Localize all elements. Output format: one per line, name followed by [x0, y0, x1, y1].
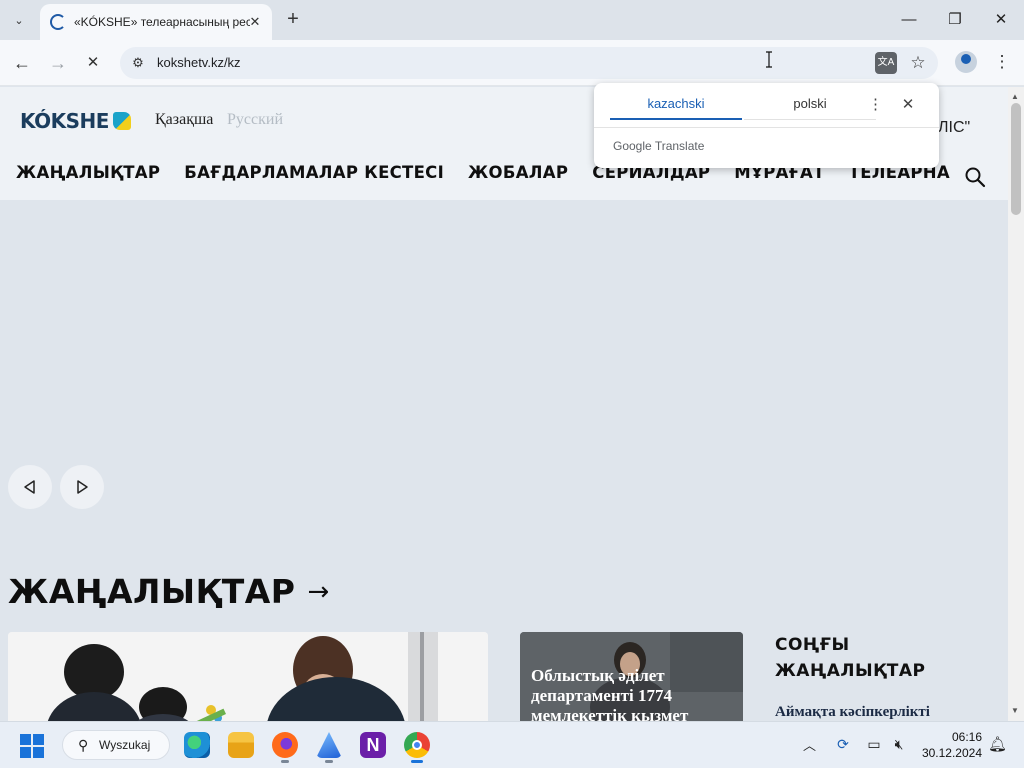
nav-item-projects[interactable]: ЖОБАЛАР	[468, 163, 568, 189]
news-card-title[interactable]: Облыстық әділет департаменті 1774 мемлек…	[531, 666, 736, 721]
chrome-icon[interactable]	[404, 732, 430, 758]
logo-text: KÓKSHE	[20, 109, 109, 133]
hero-slider	[0, 200, 1008, 540]
translate-popup: kazachski polski ⋮ ✕ Google Translate	[594, 83, 939, 168]
close-icon[interactable]: ✕	[900, 95, 916, 115]
latest-news-heading: СОҢҒЫ ЖАҢАЛЫҚТАР	[775, 635, 926, 681]
tab-title: «KÓKSHE» телеарнасының ресми сайты	[74, 15, 250, 29]
network-icon[interactable]: ▭	[865, 735, 883, 753]
tab-close-icon[interactable]: ✕	[246, 13, 264, 31]
restore-button[interactable]: ❐	[941, 8, 969, 32]
divider	[594, 127, 939, 128]
scroll-down-icon[interactable]: ▼	[1011, 706, 1019, 715]
url-text[interactable]: kokshetv.kz/kz	[157, 55, 241, 70]
file-explorer-icon[interactable]	[228, 732, 254, 758]
news-section-heading[interactable]: ЖАҢАЛЫҚТАР →	[8, 572, 330, 611]
edge-browser-icon[interactable]	[184, 732, 210, 758]
minimize-button[interactable]: —	[895, 8, 923, 32]
latest-news-item[interactable]: Аймақта кәсіпкерлікті	[775, 704, 930, 721]
translate-tab-kazakh[interactable]: kazachski	[610, 96, 742, 120]
clock-time[interactable]: 06:16	[938, 730, 982, 744]
google-translate-brand: Google Translate	[613, 139, 705, 153]
tab-search-button[interactable]: ⌄	[6, 8, 32, 32]
news-card[interactable]: Облыстық әділет департаменті 1774 мемлек…	[520, 632, 743, 721]
translate-tab-polish[interactable]: polski	[744, 96, 876, 120]
back-button[interactable]: ←	[10, 51, 34, 75]
news-card-image[interactable]	[8, 632, 488, 721]
header-right-text[interactable]: ЛІС"	[938, 119, 970, 137]
search-icon: ⚲	[78, 737, 89, 753]
browser-tab-bar: ⌄ «KÓKSHE» телеарнасының ресми сайты ✕ +…	[0, 0, 1024, 40]
page-scrollbar[interactable]: ▲ ▼	[1008, 87, 1024, 721]
stop-loading-button[interactable]: ✕	[81, 51, 105, 75]
language-russian-link[interactable]: Русский	[227, 111, 283, 129]
logo-mark-icon	[112, 112, 131, 130]
slider-prev-button[interactable]	[8, 465, 52, 509]
loading-spinner-icon	[50, 14, 66, 30]
new-tab-button[interactable]: +	[282, 8, 304, 30]
browser-tab[interactable]: «KÓKSHE» телеарнасының ресми сайты ✕	[40, 4, 272, 40]
taskbar-search-label: Wyszukaj	[99, 738, 151, 752]
clock-date[interactable]: 30.12.2024	[918, 746, 982, 760]
arrow-right-icon[interactable]: →	[307, 577, 329, 607]
more-options-icon[interactable]: ⋮	[868, 95, 883, 115]
site-info-icon[interactable]: ⚙	[130, 55, 146, 71]
notification-bell-icon[interactable]: 🔔︎	[988, 735, 1007, 753]
notion-like-app-icon[interactable]: N	[360, 732, 386, 758]
language-kazakh-link[interactable]: Қазақша	[155, 111, 213, 129]
browser-toolbar: ← → ✕ ⚙ kokshetv.kz/kz 文A ☆	[0, 40, 1024, 86]
site-logo[interactable]: KÓKSHE	[20, 109, 131, 133]
sync-icon[interactable]: ⟳	[834, 735, 852, 753]
news-heading-text: ЖАҢАЛЫҚТАР	[8, 572, 296, 611]
close-window-button[interactable]: ✕	[987, 8, 1015, 32]
firefox-icon[interactable]	[272, 732, 298, 758]
address-bar[interactable]: ⚙ kokshetv.kz/kz 文A ☆	[120, 47, 938, 79]
taskbar: ⚲ Wyszukaj N ︿ ⟳ ▭ 🔇︎ 06:16 30.12.2024 🔔…	[0, 721, 1024, 768]
running-indicator	[281, 760, 289, 763]
browser-menu-icon[interactable]: ⋮	[992, 51, 1012, 73]
translate-icon[interactable]: 文A	[875, 52, 897, 74]
scroll-up-icon[interactable]: ▲	[1011, 92, 1019, 101]
active-indicator	[411, 760, 423, 763]
windows-start-icon[interactable]	[20, 734, 44, 758]
profile-avatar-icon[interactable]	[955, 51, 977, 73]
running-indicator	[325, 760, 333, 763]
slider-next-button[interactable]	[60, 465, 104, 509]
scrollbar-thumb[interactable]	[1011, 103, 1021, 215]
news-photo-children	[8, 632, 488, 721]
nav-item-schedule[interactable]: БАҒДАРЛАМАЛАР КЕСТЕСІ	[184, 163, 444, 189]
forward-button[interactable]: →	[46, 51, 70, 75]
search-icon[interactable]	[964, 166, 986, 188]
taskbar-search[interactable]: ⚲ Wyszukaj	[62, 730, 170, 760]
web-page: KÓKSHE Қазақша Русский ЛІС" ЖАҢАЛЫҚТАР Б…	[0, 87, 1008, 721]
bookmark-star-icon[interactable]: ☆	[907, 52, 929, 74]
triangle-right-icon	[77, 480, 88, 494]
nav-item-news[interactable]: ЖАҢАЛЫҚТАР	[16, 163, 160, 189]
sailboat-app-icon[interactable]	[316, 732, 342, 758]
tray-expand-icon[interactable]: ︿	[803, 735, 816, 754]
text-cursor-icon	[766, 51, 772, 68]
triangle-left-icon	[24, 480, 35, 494]
volume-muted-icon[interactable]: 🔇︎	[890, 735, 908, 753]
